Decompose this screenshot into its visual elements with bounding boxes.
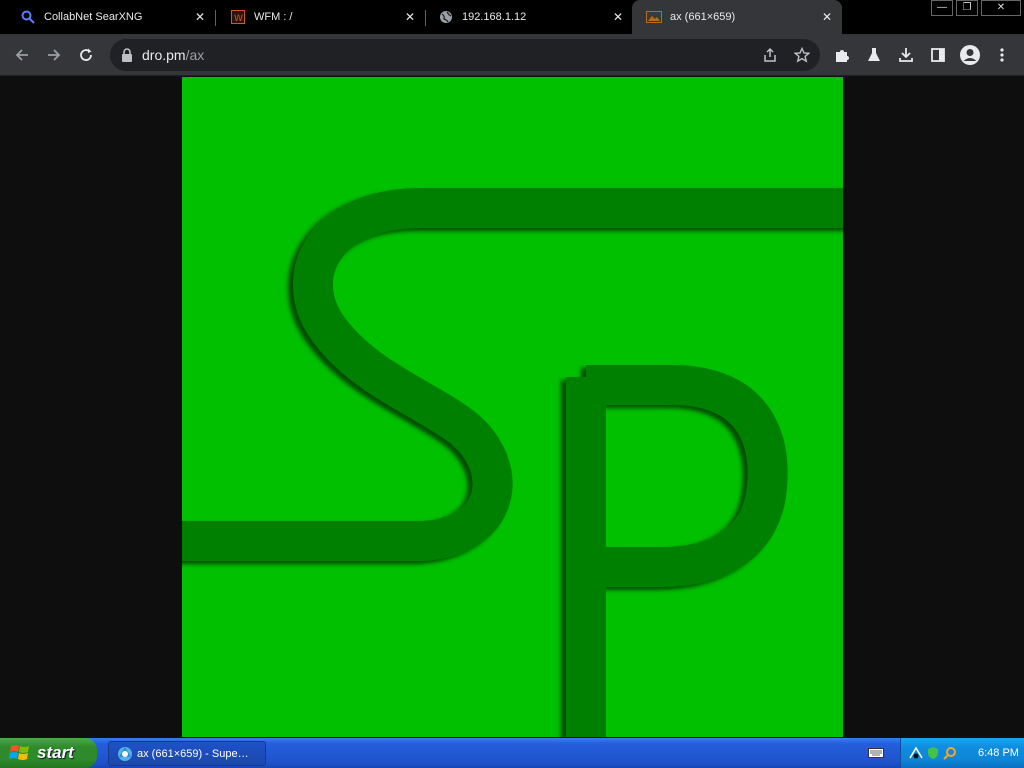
kebab-menu-icon [1000,48,1004,62]
tab-searxng[interactable]: CollabNet SearXNG ✕ [0,0,215,34]
side-panel-button[interactable] [926,43,950,67]
svg-text:W: W [234,14,243,24]
clock[interactable]: 6:48 PM [978,747,1019,759]
share-icon[interactable] [760,45,780,65]
close-icon[interactable]: ✕ [820,10,834,24]
close-icon[interactable]: ✕ [403,10,417,24]
displayed-image [182,77,843,737]
start-button[interactable]: start [0,738,97,768]
search-icon [20,9,36,25]
security-icon[interactable] [926,746,940,760]
wfm-icon: W [230,9,246,25]
close-icon[interactable]: ✕ [193,10,207,24]
extensions-button[interactable] [830,43,854,67]
tab-wfm[interactable]: W WFM : / ✕ [210,0,425,34]
url-text: dro.pm/ax [142,47,204,63]
sp-logo-graphic [182,188,843,737]
supermium-browser-icon [118,746,132,761]
globe-icon [438,9,454,25]
windows-logo-icon [9,745,29,760]
forward-button[interactable] [42,43,66,67]
tab-ip[interactable]: 192.168.1.12 ✕ [418,0,633,34]
download-icon [899,48,913,62]
lock-icon[interactable] [120,47,136,63]
tab-strip: CollabNet SearXNG ✕ W WFM : / ✕ 192.168.… [0,0,1024,34]
logo-p-bowl [586,365,788,587]
reload-icon [80,48,92,61]
flask-icon [868,48,880,61]
profile-button[interactable] [958,43,982,67]
side-panel-icon [931,48,945,62]
window-controls: — ❐ ✕ [928,0,1021,16]
taskbar-window-button[interactable]: ax (661×659) - Supe… [108,741,266,766]
system-tray: 6:48 PM [900,738,1024,768]
minimize-button[interactable]: — [931,0,953,16]
back-button[interactable] [10,43,34,67]
downloads-button[interactable] [894,43,918,67]
menu-button[interactable] [990,43,1014,67]
tab-title: ax (661×659) [670,11,736,23]
puzzle-icon [836,50,849,62]
bookmark-star-icon[interactable] [792,45,812,65]
window-close-button[interactable]: ✕ [981,0,1021,16]
windows-taskbar: start ax (661×659) - Supe… 6:48 PM [0,738,1024,768]
page-viewport [0,77,1024,737]
forward-arrow-icon [48,49,61,61]
tab-ax-active[interactable]: ax (661×659) ✕ [632,0,842,34]
url-host: dro.pm [142,47,186,63]
taskbar-window-label: ax (661×659) - Supe… [137,747,249,760]
tab-title: 192.168.1.12 [462,11,527,23]
magnifier-icon[interactable] [943,746,957,760]
logo-s-stroke [182,188,843,561]
back-arrow-icon [15,49,28,61]
keyboard-icon[interactable] [868,746,884,760]
start-label: start [37,743,74,762]
image-icon [646,9,662,25]
avatar-icon [960,45,980,65]
address-bar[interactable]: dro.pm/ax [110,39,820,71]
close-icon[interactable]: ✕ [611,10,625,24]
browser-toolbar: dro.pm/ax [0,34,1024,76]
network-icon[interactable] [909,746,923,760]
labs-button[interactable] [862,43,886,67]
reload-button[interactable] [74,43,98,67]
url-path: /ax [185,47,205,63]
restore-button[interactable]: ❐ [956,0,978,16]
tab-title: CollabNet SearXNG [44,11,143,23]
tab-title: WFM : / [254,11,293,23]
